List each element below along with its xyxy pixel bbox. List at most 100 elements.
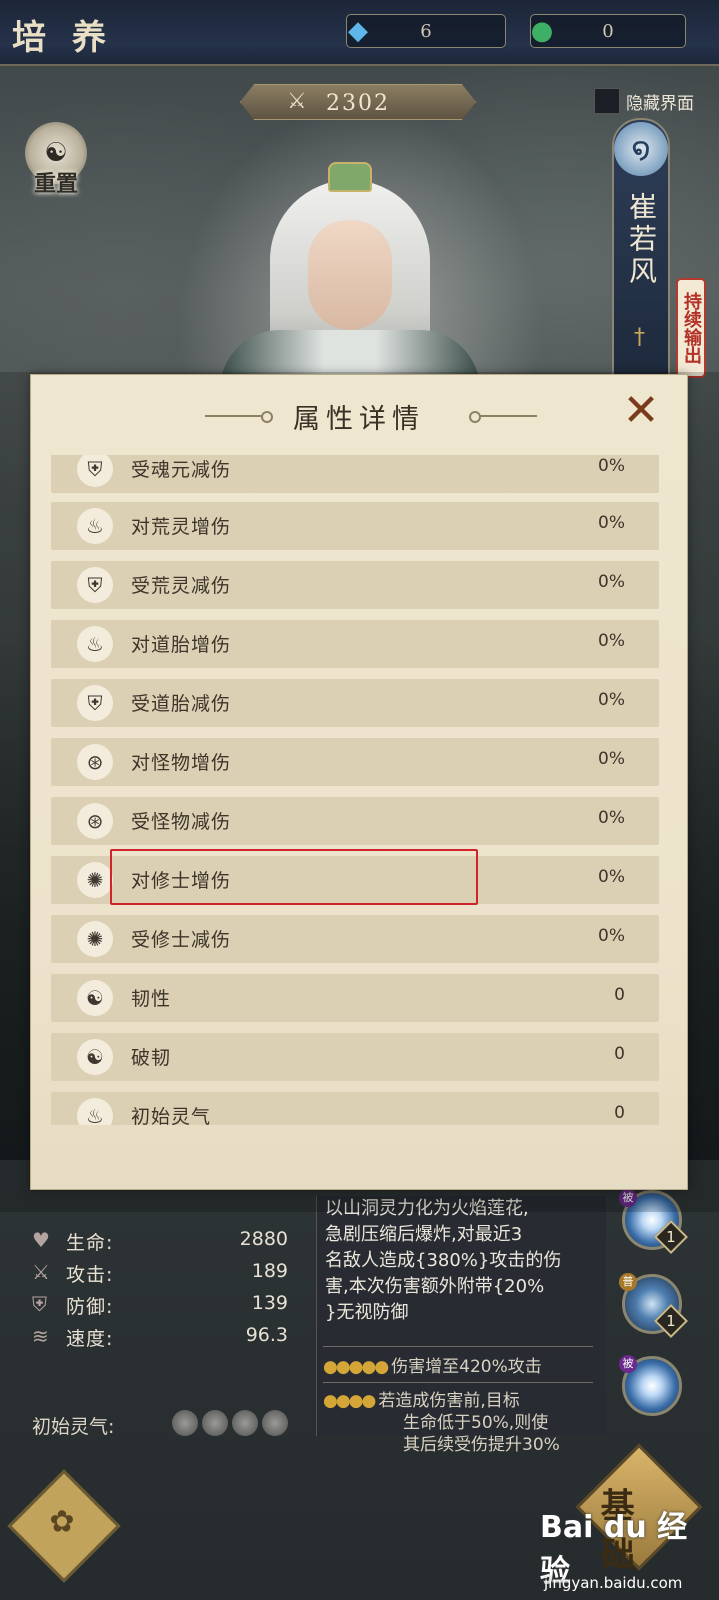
attribute-label: 对道胎增伤 bbox=[131, 634, 232, 656]
vortex-icon: ✺ bbox=[77, 921, 113, 957]
stat-value: 189 bbox=[251, 1260, 288, 1282]
flame-icon: ♨ bbox=[77, 626, 113, 662]
attribute-label: 韧性 bbox=[131, 988, 172, 1010]
stat-defense: ⛨ 防御: 139 bbox=[28, 1290, 288, 1322]
reset-button[interactable]: ☯ 重置 bbox=[22, 122, 90, 197]
spirit-flame-icon: ♨ bbox=[77, 1098, 113, 1125]
attribute-value: 0 bbox=[614, 1103, 625, 1123]
attribute-row: ☯ 破韧 0 bbox=[51, 1033, 659, 1081]
skill-orb-3[interactable]: 被 bbox=[619, 1355, 682, 1416]
attribute-row: ⛨ 受荒灵减伤 0% bbox=[51, 561, 659, 609]
shield-icon: ⛨ bbox=[77, 567, 113, 603]
hide-ui-checkbox[interactable] bbox=[594, 88, 620, 114]
hero-name-tag[interactable]: ໑ 崔若风 † bbox=[612, 118, 670, 378]
stat-speed: ≋ 速度: 96.3 bbox=[28, 1322, 288, 1354]
skill-desc-line: }无视防御 bbox=[325, 1302, 409, 1323]
spirit-flame-icon bbox=[262, 1410, 288, 1436]
close-icon[interactable]: ✕ bbox=[619, 389, 663, 433]
cloud-icon: ✿ bbox=[49, 1504, 75, 1540]
stat-value: 2880 bbox=[239, 1228, 288, 1250]
bead-icons: ●●●● bbox=[323, 1391, 376, 1411]
attribute-value: 0% bbox=[598, 749, 625, 769]
shield-icon: ⛨ bbox=[32, 1292, 47, 1316]
gem-currency[interactable]: ◆ 6 bbox=[346, 14, 506, 48]
attribute-label: 受怪物减伤 bbox=[131, 811, 232, 833]
stat-hp: ♥ 生命: 2880 bbox=[28, 1226, 288, 1258]
gem-count: 6 bbox=[420, 21, 432, 42]
attribute-value: 0% bbox=[598, 631, 625, 651]
attribute-value: 0% bbox=[598, 808, 625, 828]
attribute-value: 0% bbox=[598, 456, 625, 476]
origin-spirit-label: 初始灵气: bbox=[32, 1416, 115, 1438]
skill-desc-line: 害,本次伤害额外附带{20% bbox=[325, 1276, 545, 1297]
attribute-value: 0 bbox=[614, 1044, 625, 1064]
attribute-row: ⛨ 受道胎减伤 0% bbox=[51, 679, 659, 727]
attribute-value: 0 bbox=[614, 985, 625, 1005]
page-title: 培养 bbox=[12, 18, 132, 58]
attribute-label: 初始灵气 bbox=[131, 1106, 212, 1125]
stat-label: 生命: bbox=[66, 1232, 114, 1254]
attribute-row: ♨ 对荒灵增伤 0% bbox=[51, 502, 659, 550]
stat-attack: ⚔ 攻击: 189 bbox=[28, 1258, 288, 1290]
sword-icon: † bbox=[634, 325, 645, 350]
skill-upgrade-2: ●●●● 若造成伤害前,目标 生命低于50%,则使 其后续受伤提升30% bbox=[323, 1390, 560, 1456]
sword-icon: ⚔ bbox=[32, 1260, 50, 1284]
skill-description-panel: 以山洞灵力化为火焰莲花, 急剧压缩后爆炸,对最近3 名敌人造成{380%}攻击的… bbox=[316, 1196, 606, 1455]
attribute-label: 受修士减伤 bbox=[131, 929, 232, 951]
origin-spirit-icons bbox=[172, 1410, 288, 1436]
swirl-icon: ⊛ bbox=[77, 803, 113, 839]
skill-upgrade-text: 伤害增至420%攻击 bbox=[391, 1357, 542, 1377]
attribute-list[interactable]: ⛨ 受魂元减伤 0% ♨ 对荒灵增伤 0% ⛨ 受荒灵减伤 0% ♨ 对道胎增伤… bbox=[51, 455, 659, 1125]
stat-label: 攻击: bbox=[66, 1264, 114, 1286]
top-bar: 培养 ◆ 6 ● 0 bbox=[0, 0, 719, 66]
bead-icons: ●●●●● bbox=[323, 1357, 389, 1377]
skill-upgrade-text: 若造成伤害前,目标 bbox=[378, 1391, 520, 1411]
yinyang-broken-icon: ☯ bbox=[77, 1039, 113, 1075]
shield-icon: ⛨ bbox=[77, 685, 113, 721]
attribute-value: 0% bbox=[598, 867, 625, 887]
vortex-icon: ✺ bbox=[77, 862, 113, 898]
attribute-value: 0% bbox=[598, 690, 625, 710]
divider bbox=[323, 1382, 593, 1383]
hide-ui-label: 隐藏界面 bbox=[626, 93, 694, 114]
attribute-row: ⊛ 对怪物增伤 0% bbox=[51, 738, 659, 786]
wind-icon: ≋ bbox=[32, 1324, 49, 1348]
hero-name: 崔若风 bbox=[625, 192, 658, 288]
baidu-watermark: Bai du 经验 jingyan.baidu.com bbox=[540, 1490, 710, 1592]
skill-desc-line: 急剧压缩后爆炸,对最近3 bbox=[325, 1224, 523, 1245]
divider bbox=[323, 1346, 593, 1347]
skill-type-tag: 普 bbox=[619, 1273, 637, 1291]
attribute-row: ♨ 对道胎增伤 0% bbox=[51, 620, 659, 668]
spirit-flame-icon bbox=[232, 1410, 258, 1436]
swirl-icon: ⊛ bbox=[77, 744, 113, 780]
stat-label: 速度: bbox=[66, 1328, 114, 1350]
skill-desc-line: 名敌人造成{380%}攻击的伤 bbox=[325, 1250, 562, 1271]
skill-upgrade-1: ●●●●● 伤害增至420%攻击 bbox=[323, 1352, 542, 1377]
attribute-label: 受道胎减伤 bbox=[131, 693, 232, 715]
spirit-flame-icon bbox=[202, 1410, 228, 1436]
attribute-row: ♨ 初始灵气 0 bbox=[51, 1092, 659, 1125]
heart-icon: ♥ bbox=[32, 1228, 50, 1252]
stat-value: 96.3 bbox=[245, 1324, 288, 1346]
combat-power-banner: ⚔ 2302 bbox=[240, 84, 476, 120]
stat-label: 防御: bbox=[66, 1296, 114, 1318]
watermark-url: jingyan.baidu.com bbox=[544, 1574, 683, 1592]
hero-role-tag: 持续输出 bbox=[676, 278, 706, 378]
yinyang-icon: ☯ bbox=[77, 980, 113, 1016]
hero-portrait bbox=[220, 160, 480, 400]
skill-upgrade-text: 其后续受伤提升30% bbox=[403, 1435, 560, 1455]
reset-label: 重置 bbox=[33, 171, 78, 197]
modal-title: 属性详情 bbox=[293, 404, 425, 435]
stat-value: 139 bbox=[251, 1292, 288, 1314]
flame-icon: ♨ bbox=[77, 508, 113, 544]
attribute-label: 对怪物增伤 bbox=[131, 752, 232, 774]
attribute-row: ⛨ 受魂元减伤 0% bbox=[51, 455, 659, 493]
skill-type-tag: 被 bbox=[619, 1355, 637, 1373]
hide-ui-toggle[interactable]: 隐藏界面 bbox=[594, 88, 694, 114]
attribute-detail-modal: 属性详情 ✕ ⛨ 受魂元减伤 0% ♨ 对荒灵增伤 0% ⛨ 受荒灵减伤 0% … bbox=[30, 374, 688, 1190]
skill-description: 以山洞灵力化为火焰莲花, 急剧压缩后爆炸,对最近3 名敌人造成{380%}攻击的… bbox=[325, 1196, 599, 1326]
jade-currency[interactable]: ● 0 bbox=[530, 14, 686, 48]
water-swirl-icon: ໑ bbox=[614, 122, 668, 176]
title-ornament-right bbox=[469, 411, 537, 423]
skill-orb-2[interactable]: 普 1 bbox=[619, 1273, 688, 1338]
